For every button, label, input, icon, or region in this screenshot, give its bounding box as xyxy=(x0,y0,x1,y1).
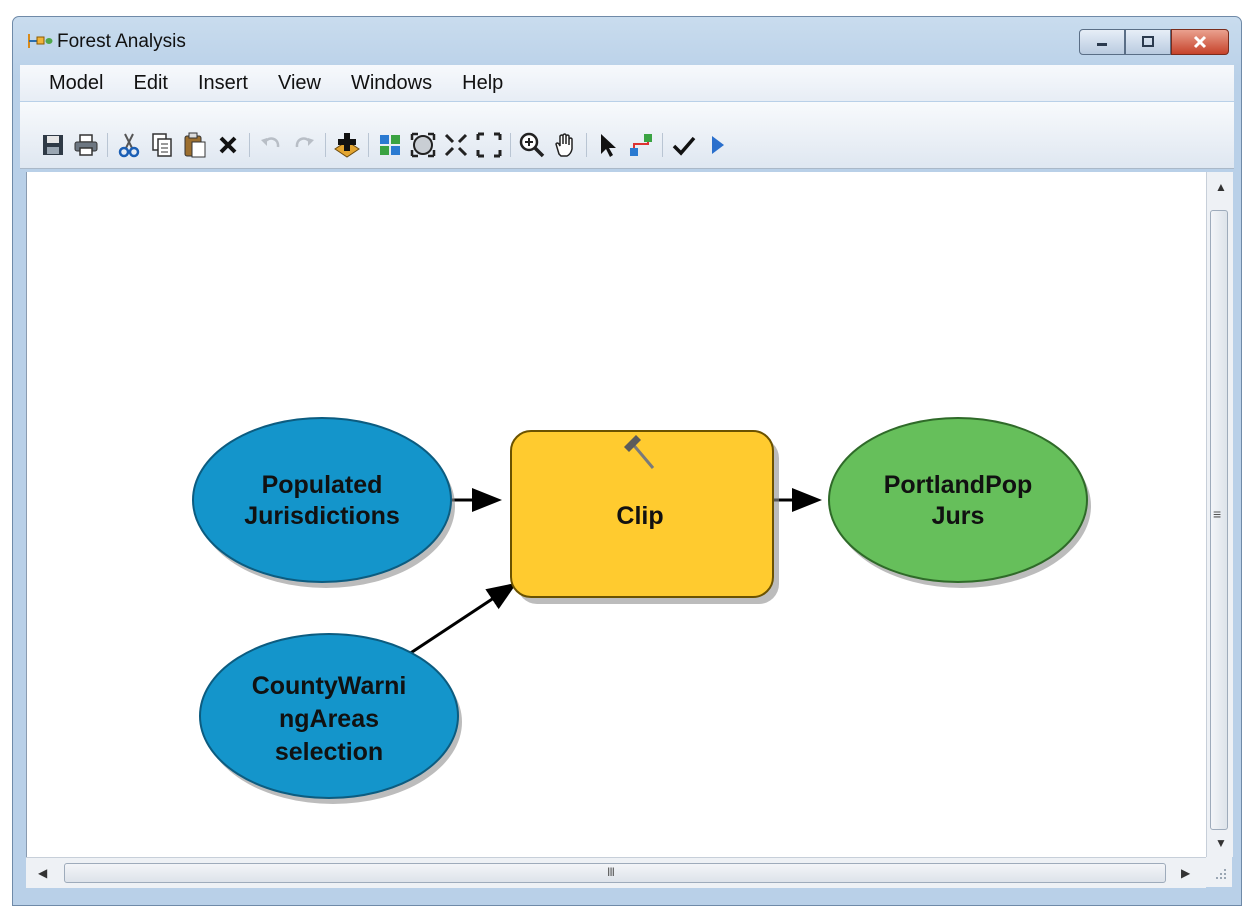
menu-insert[interactable]: Insert xyxy=(183,72,263,95)
menu-help[interactable]: Help xyxy=(447,72,518,95)
copy-icon xyxy=(152,133,172,157)
auto-layout-icon xyxy=(380,135,400,155)
paste-icon xyxy=(184,132,206,158)
run-icon xyxy=(712,136,724,154)
zoom-in-icon xyxy=(519,132,545,158)
paste-button[interactable] xyxy=(180,130,210,160)
input-node-county-warning-areas[interactable]: CountyWarni ngAreas selection xyxy=(199,633,462,804)
toolbar-separator xyxy=(107,133,108,157)
connector-county-to-clip xyxy=(405,582,518,658)
run-button[interactable] xyxy=(702,130,732,160)
toolbar-separator xyxy=(249,133,250,157)
save-button[interactable] xyxy=(38,130,68,160)
delete-button[interactable] xyxy=(213,130,243,160)
scroll-grip-icon: III xyxy=(607,865,615,879)
node-label: Clip xyxy=(616,502,663,530)
vertical-scroll-thumb[interactable]: ≡ xyxy=(1210,210,1228,830)
node-label: PortlandPop xyxy=(884,471,1033,499)
toolbar xyxy=(20,102,1234,169)
toolbar-separator xyxy=(586,133,587,157)
select-icon xyxy=(601,134,616,157)
validate-button[interactable] xyxy=(669,130,699,160)
resize-grip[interactable] xyxy=(1206,857,1232,887)
cut-icon xyxy=(118,133,140,158)
redo-icon xyxy=(295,137,314,148)
undo-icon xyxy=(261,137,280,148)
pan-button[interactable] xyxy=(550,130,580,160)
model-builder-icon xyxy=(28,34,53,48)
auto-layout-button[interactable] xyxy=(375,130,405,160)
full-extent-button[interactable] xyxy=(408,130,438,160)
node-label: Populated xyxy=(262,471,383,499)
vertical-scrollbar[interactable]: ▲ ≡ ▼ xyxy=(1206,172,1233,857)
window-title: Forest Analysis xyxy=(57,31,186,52)
maximize-icon xyxy=(1142,36,1154,47)
redo-button[interactable] xyxy=(289,130,319,160)
node-label: Jurisdictions xyxy=(244,502,400,530)
title-bar[interactable]: Forest Analysis xyxy=(13,17,1241,63)
toolbar-separator xyxy=(368,133,369,157)
menu-bar: Model Edit Insert View Windows Help xyxy=(20,65,1234,101)
print-icon xyxy=(74,134,98,156)
add-data-icon xyxy=(334,133,360,158)
resize-grip-icon xyxy=(1216,869,1226,879)
menu-model[interactable]: Model xyxy=(20,72,118,95)
minimize-icon xyxy=(1097,43,1107,46)
node-label: CountyWarni xyxy=(252,672,407,700)
menu-edit[interactable]: Edit xyxy=(118,72,182,95)
model-canvas[interactable]: Populated Jurisdictions CountyWarni ngAr… xyxy=(26,172,1207,857)
node-label: Jurs xyxy=(932,502,985,530)
connect-button[interactable] xyxy=(626,130,656,160)
pan-icon xyxy=(555,133,573,157)
scroll-right-arrow-icon[interactable]: ▶ xyxy=(1181,866,1190,880)
menu-windows[interactable]: Windows xyxy=(336,72,447,95)
close-button[interactable] xyxy=(1171,29,1229,55)
model-builder-window: Forest Analysis Model Edit Insert View W… xyxy=(12,16,1242,906)
fixed-zoom-in-button[interactable] xyxy=(441,130,471,160)
scroll-up-arrow-icon[interactable]: ▲ xyxy=(1215,180,1227,194)
undo-button[interactable] xyxy=(256,130,286,160)
model-diagram: Populated Jurisdictions CountyWarni ngAr… xyxy=(192,417,1091,804)
add-data-button[interactable] xyxy=(332,130,362,160)
scroll-grip-icon: ≡ xyxy=(1213,506,1222,522)
zoom-in-fixed-icon xyxy=(444,133,468,157)
validate-icon xyxy=(672,136,696,156)
tool-node-clip[interactable]: Clip xyxy=(510,430,779,604)
delete-icon xyxy=(219,136,237,154)
zoom-in-button[interactable] xyxy=(517,130,547,160)
node-label: ngAreas xyxy=(279,705,379,733)
maximize-button[interactable] xyxy=(1125,29,1171,55)
toolbar-separator xyxy=(325,133,326,157)
scroll-down-arrow-icon[interactable]: ▼ xyxy=(1215,836,1227,850)
horizontal-scrollbar[interactable]: ◀ III ▶ xyxy=(26,857,1206,888)
node-label: selection xyxy=(275,738,383,766)
select-button[interactable] xyxy=(593,130,623,160)
full-extent-icon xyxy=(410,132,436,158)
horizontal-scroll-thumb[interactable]: III xyxy=(64,863,1166,883)
toolbar-separator xyxy=(510,133,511,157)
scroll-left-arrow-icon[interactable]: ◀ xyxy=(38,866,47,880)
close-icon xyxy=(1193,35,1207,49)
connect-icon xyxy=(630,134,652,156)
output-node-portlandpop-jurs[interactable]: PortlandPop Jurs xyxy=(828,417,1091,588)
window-controls xyxy=(1079,29,1229,55)
fixed-zoom-out-button[interactable] xyxy=(474,130,504,160)
minimize-button[interactable] xyxy=(1079,29,1125,55)
menu-view[interactable]: View xyxy=(263,72,336,95)
toolbar-separator xyxy=(662,133,663,157)
cut-button[interactable] xyxy=(114,130,144,160)
input-node-populated-jurisdictions[interactable]: Populated Jurisdictions xyxy=(192,417,455,588)
copy-button[interactable] xyxy=(147,130,177,160)
zoom-out-fixed-icon xyxy=(476,132,502,158)
save-icon xyxy=(43,135,63,155)
print-button[interactable] xyxy=(71,130,101,160)
